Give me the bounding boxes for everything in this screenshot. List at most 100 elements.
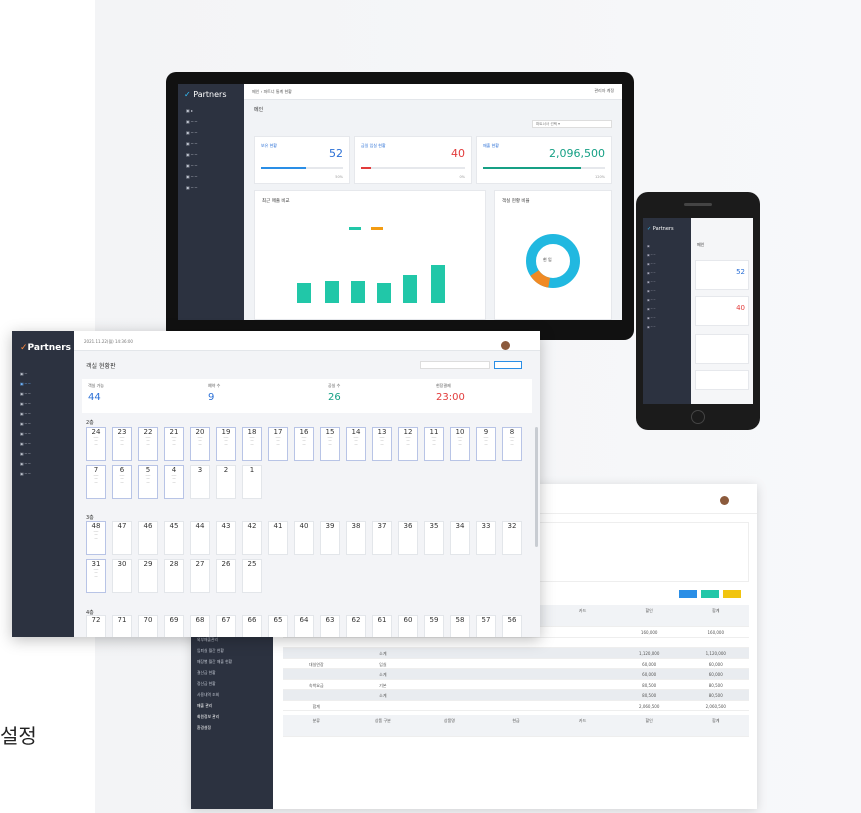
avatar[interactable] (720, 496, 729, 505)
room-cell[interactable]: 61 (372, 615, 392, 637)
room-cell[interactable]: 72 (86, 615, 106, 637)
room-cell[interactable]: 27 (190, 559, 210, 593)
room-cell[interactable]: 5 ─── ── ── (138, 465, 158, 499)
print-button[interactable] (723, 590, 741, 598)
sidebar-item[interactable]: 입퇴실 월간 현황 (197, 645, 232, 656)
sidebar-item[interactable]: ▣ ─ ─ (178, 182, 244, 193)
room-cell[interactable]: 62 (346, 615, 366, 637)
sidebar-item[interactable]: ▣ ─ ─ (20, 429, 66, 439)
sidebar-item[interactable]: ▣ ─ ─ (178, 116, 244, 127)
room-cell[interactable]: 43 (216, 521, 236, 555)
room-cell[interactable]: 32 (502, 521, 522, 555)
room-cell[interactable]: 44 (190, 521, 210, 555)
sidebar-item[interactable]: ▣ ─ ─ (20, 439, 66, 449)
sidebar-item[interactable]: ▣ ─ ─ (20, 389, 66, 399)
room-cell[interactable]: 8 ─── ── ── (502, 427, 522, 461)
room-cell[interactable]: 47 (112, 521, 132, 555)
room-cell[interactable]: 65 (268, 615, 288, 637)
room-cell[interactable]: 20 ─── ── ── (190, 427, 210, 461)
sidebar-item[interactable]: 정산금 현황 (197, 678, 232, 689)
room-cell[interactable]: 60 (398, 615, 418, 637)
room-cell[interactable]: 24 ─── ── ── (86, 427, 106, 461)
sidebar-item[interactable]: ▣ ─ ─ (20, 409, 66, 419)
room-cell[interactable]: 28 (164, 559, 184, 593)
sidebar-item[interactable]: ▣ ─ ─ (20, 469, 66, 479)
room-cell[interactable]: 26 (216, 559, 236, 593)
sidebar-item[interactable]: 매출 관리 (197, 700, 232, 711)
sidebar-item[interactable]: ▣ ─ ─ (178, 127, 244, 138)
sidebar-item[interactable]: ▣ ─ ─ (178, 171, 244, 182)
excel-button[interactable] (701, 590, 719, 598)
room-cell[interactable]: 31 ─── ── ── (86, 559, 106, 593)
room-cell[interactable]: 1 (242, 465, 262, 499)
room-cell[interactable]: 30 (112, 559, 132, 593)
room-cell[interactable]: 14 ─── ── ── (346, 427, 366, 461)
room-cell[interactable]: 42 (242, 521, 262, 555)
room-cell[interactable]: 23 ─── ── ── (112, 427, 132, 461)
sidebar-item[interactable]: ▣ ─ ─ (20, 379, 66, 389)
room-cell[interactable]: 46 (138, 521, 158, 555)
room-cell[interactable]: 17 ─── ── ── (268, 427, 288, 461)
room-cell[interactable]: 63 (320, 615, 340, 637)
sidebar-item[interactable]: ▣ ─ ─ (20, 459, 66, 469)
room-cell[interactable]: 15 ─── ── ── (320, 427, 340, 461)
room-cell[interactable]: 7 ─── ── ── (86, 465, 106, 499)
partner-select[interactable]: 파트너사 선택 ▾ (532, 120, 612, 128)
room-search-button[interactable] (494, 361, 522, 369)
room-cell[interactable]: 2 (216, 465, 236, 499)
room-cell[interactable]: 3 (190, 465, 210, 499)
room-cell[interactable]: 29 (138, 559, 158, 593)
sidebar-item[interactable]: 매장별 월간 매출 현황 (197, 656, 232, 667)
sidebar-item[interactable]: 환경설정 (197, 722, 232, 733)
room-cell[interactable]: 16 ─── ── ── (294, 427, 314, 461)
room-cell[interactable]: 64 (294, 615, 314, 637)
room-cell[interactable]: 71 (112, 615, 132, 637)
room-cell[interactable]: 67 (216, 615, 236, 637)
room-cell[interactable]: 33 (476, 521, 496, 555)
room-cell[interactable]: 9 ─── ── ── (476, 427, 496, 461)
sidebar-item[interactable]: ▣ ─ (20, 369, 66, 379)
scrollbar[interactable] (535, 427, 538, 547)
user-name[interactable]: 관리자 계정 (594, 88, 614, 94)
room-cell[interactable]: 22 ─── ── ── (138, 427, 158, 461)
room-cell[interactable]: 69 (164, 615, 184, 637)
room-cell[interactable]: 59 (424, 615, 444, 637)
room-cell[interactable]: 57 (476, 615, 496, 637)
room-cell[interactable]: 36 (398, 521, 418, 555)
sidebar-item[interactable]: ▣ ─ ─ (20, 449, 66, 459)
sidebar-item[interactable]: ▣ ─ ─ (178, 138, 244, 149)
sidebar-item[interactable]: ▣ ─ ─ (20, 399, 66, 409)
room-cell[interactable]: 10 ─── ── ── (450, 427, 470, 461)
room-cell[interactable]: 18 ─── ── ── (242, 427, 262, 461)
room-cell[interactable]: 38 (346, 521, 366, 555)
room-cell[interactable]: 35 (424, 521, 444, 555)
room-cell[interactable]: 11 ─── ── ── (424, 427, 444, 461)
floor-select[interactable] (420, 361, 490, 369)
room-cell[interactable]: 19 ─── ── ── (216, 427, 236, 461)
home-button[interactable] (691, 410, 705, 424)
room-cell[interactable]: 21 ─── ── ── (164, 427, 184, 461)
room-cell[interactable]: 41 (268, 521, 288, 555)
room-cell[interactable]: 4 ─── ── ── (164, 465, 184, 499)
room-cell[interactable]: 68 (190, 615, 210, 637)
room-cell[interactable]: 58 (450, 615, 470, 637)
room-cell[interactable]: 13 ─── ── ── (372, 427, 392, 461)
room-cell[interactable]: 70 (138, 615, 158, 637)
room-cell[interactable]: 34 (450, 521, 470, 555)
search-button[interactable] (679, 590, 697, 598)
room-cell[interactable]: 6 ─── ── ── (112, 465, 132, 499)
room-cell[interactable]: 25 (242, 559, 262, 593)
room-cell[interactable]: 56 (502, 615, 522, 637)
sidebar-item[interactable]: 결산금 현황 (197, 667, 232, 678)
room-cell[interactable]: 37 (372, 521, 392, 555)
room-cell[interactable]: 66 (242, 615, 262, 637)
room-cell[interactable]: 48 ─── ── ── (86, 521, 106, 555)
sidebar-item[interactable]: ▣ ─ ─ (178, 149, 244, 160)
sidebar-item[interactable]: 회원정보 관리 (197, 711, 232, 722)
room-cell[interactable]: 39 (320, 521, 340, 555)
sidebar-item[interactable]: ▣ ▸ (178, 105, 244, 116)
room-cell[interactable]: 40 (294, 521, 314, 555)
room-cell[interactable]: 12 ─── ── ── (398, 427, 418, 461)
room-cell[interactable]: 45 (164, 521, 184, 555)
sidebar-item[interactable]: ▣ ─ ─ (178, 160, 244, 171)
